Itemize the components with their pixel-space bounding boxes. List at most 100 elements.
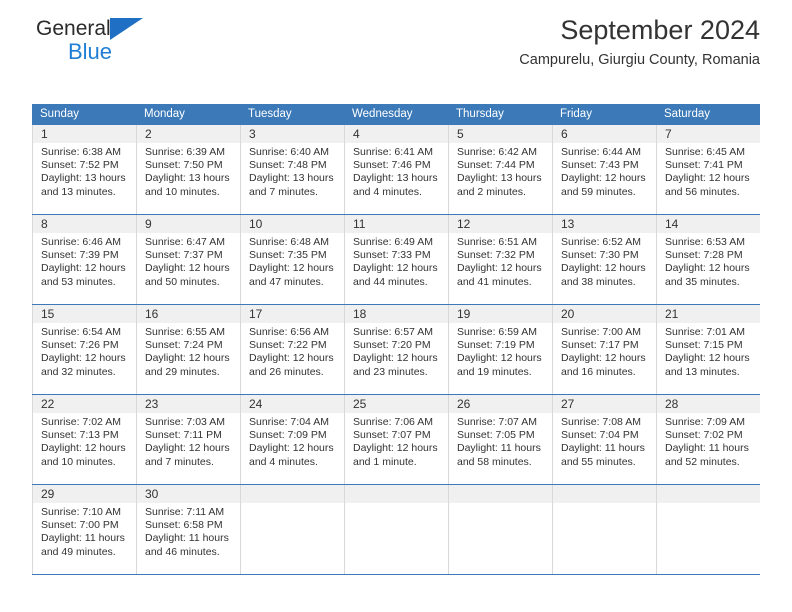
sunrise-text: Sunrise: 6:53 AM xyxy=(665,236,745,248)
day-cell[interactable]: 16 Sunrise: 6:55 AM Sunset: 7:24 PM Dayl… xyxy=(136,305,240,394)
day-cell[interactable]: 2 Sunrise: 6:39 AM Sunset: 7:50 PM Dayli… xyxy=(136,125,240,214)
day-cell[interactable]: 1 Sunrise: 6:38 AM Sunset: 7:52 PM Dayli… xyxy=(32,125,136,214)
general-blue-logo[interactable]: General Blue xyxy=(36,18,166,66)
daylight-text-line2: and 13 minutes. xyxy=(665,365,740,378)
day-cell[interactable]: 11 Sunrise: 6:49 AM Sunset: 7:33 PM Dayl… xyxy=(344,215,448,304)
sunset-text: Sunset: 7:43 PM xyxy=(561,159,639,172)
day-details xyxy=(345,503,448,506)
daylight-text-line1: Daylight: 12 hours xyxy=(665,262,750,275)
day-number: 8 xyxy=(41,217,48,231)
daylight-text-line1: Daylight: 11 hours xyxy=(145,532,229,545)
sunrise-text: Sunrise: 6:47 AM xyxy=(145,236,225,248)
day-cell[interactable]: 17 Sunrise: 6:56 AM Sunset: 7:22 PM Dayl… xyxy=(240,305,344,394)
daylight-text-line2: and 53 minutes. xyxy=(41,275,116,288)
day-details: Sunrise: 7:09 AM Sunset: 7:02 PM Dayligh… xyxy=(657,413,760,469)
day-details: Sunrise: 6:45 AM Sunset: 7:41 PM Dayligh… xyxy=(657,143,760,199)
sunset-text: Sunset: 7:19 PM xyxy=(457,339,535,352)
daylight-text-line2: and 46 minutes. xyxy=(145,545,220,558)
day-details: Sunrise: 7:10 AM Sunset: 7:00 PM Dayligh… xyxy=(33,503,136,559)
day-cell[interactable]: 9 Sunrise: 6:47 AM Sunset: 7:37 PM Dayli… xyxy=(136,215,240,304)
day-cell[interactable]: 24 Sunrise: 7:04 AM Sunset: 7:09 PM Dayl… xyxy=(240,395,344,484)
day-cell[interactable]: 10 Sunrise: 6:48 AM Sunset: 7:35 PM Dayl… xyxy=(240,215,344,304)
daylight-text-line2: and 2 minutes. xyxy=(457,185,526,198)
day-number: 15 xyxy=(41,307,55,321)
daylight-text-line2: and 50 minutes. xyxy=(145,275,220,288)
day-cell[interactable]: 12 Sunrise: 6:51 AM Sunset: 7:32 PM Dayl… xyxy=(448,215,552,304)
daylight-text-line2: and 38 minutes. xyxy=(561,275,636,288)
daylight-text-line1: Daylight: 12 hours xyxy=(457,352,542,365)
day-number: 7 xyxy=(665,127,672,141)
day-details: Sunrise: 6:39 AM Sunset: 7:50 PM Dayligh… xyxy=(137,143,240,199)
daylight-text-line2: and 16 minutes. xyxy=(561,365,636,378)
day-number: 1 xyxy=(41,127,48,141)
day-cell[interactable]: 3 Sunrise: 6:40 AM Sunset: 7:48 PM Dayli… xyxy=(240,125,344,214)
day-cell[interactable]: 21 Sunrise: 7:01 AM Sunset: 7:15 PM Dayl… xyxy=(656,305,760,394)
day-cell[interactable]: 27 Sunrise: 7:08 AM Sunset: 7:04 PM Dayl… xyxy=(552,395,656,484)
day-cell[interactable]: 28 Sunrise: 7:09 AM Sunset: 7:02 PM Dayl… xyxy=(656,395,760,484)
day-cell[interactable]: 18 Sunrise: 6:57 AM Sunset: 7:20 PM Dayl… xyxy=(344,305,448,394)
sunset-text: Sunset: 7:05 PM xyxy=(457,429,535,442)
day-cell[interactable]: 14 Sunrise: 6:53 AM Sunset: 7:28 PM Dayl… xyxy=(656,215,760,304)
sunrise-text: Sunrise: 7:06 AM xyxy=(353,416,433,428)
sunrise-text: Sunrise: 6:49 AM xyxy=(353,236,433,248)
day-number: 27 xyxy=(561,397,575,411)
day-number: 26 xyxy=(457,397,471,411)
day-details: Sunrise: 6:53 AM Sunset: 7:28 PM Dayligh… xyxy=(657,233,760,289)
day-number: 25 xyxy=(353,397,367,411)
sunrise-text: Sunrise: 6:46 AM xyxy=(41,236,121,248)
day-cell[interactable]: 8 Sunrise: 6:46 AM Sunset: 7:39 PM Dayli… xyxy=(32,215,136,304)
weekday-header-friday: Friday xyxy=(560,108,592,120)
daylight-text-line1: Daylight: 12 hours xyxy=(353,262,438,275)
daylight-text-line1: Daylight: 12 hours xyxy=(145,442,230,455)
day-details: Sunrise: 7:02 AM Sunset: 7:13 PM Dayligh… xyxy=(33,413,136,469)
day-cell[interactable]: 26 Sunrise: 7:07 AM Sunset: 7:05 PM Dayl… xyxy=(448,395,552,484)
day-details: Sunrise: 6:51 AM Sunset: 7:32 PM Dayligh… xyxy=(449,233,552,289)
day-details: Sunrise: 6:48 AM Sunset: 7:35 PM Dayligh… xyxy=(241,233,344,289)
day-cell[interactable]: 20 Sunrise: 7:00 AM Sunset: 7:17 PM Dayl… xyxy=(552,305,656,394)
day-details xyxy=(241,503,344,506)
day-cell[interactable]: 4 Sunrise: 6:41 AM Sunset: 7:46 PM Dayli… xyxy=(344,125,448,214)
calendar-page: General Blue September 2024 Campurelu, G… xyxy=(0,0,792,612)
day-details: Sunrise: 6:54 AM Sunset: 7:26 PM Dayligh… xyxy=(33,323,136,379)
sunset-text: Sunset: 7:39 PM xyxy=(41,249,119,262)
day-cell[interactable]: 13 Sunrise: 6:52 AM Sunset: 7:30 PM Dayl… xyxy=(552,215,656,304)
daylight-text-line2: and 7 minutes. xyxy=(145,455,214,468)
daylight-text-line1: Daylight: 12 hours xyxy=(249,442,334,455)
daylight-text-line2: and 55 minutes. xyxy=(561,455,636,468)
daylight-text-line2: and 41 minutes. xyxy=(457,275,532,288)
daylight-text-line1: Daylight: 11 hours xyxy=(457,442,541,455)
daylight-text-line1: Daylight: 12 hours xyxy=(457,262,542,275)
daylight-text-line1: Daylight: 12 hours xyxy=(249,352,334,365)
day-cell[interactable]: 7 Sunrise: 6:45 AM Sunset: 7:41 PM Dayli… xyxy=(656,125,760,214)
sunset-text: Sunset: 7:26 PM xyxy=(41,339,119,352)
daylight-text-line1: Daylight: 11 hours xyxy=(561,442,645,455)
title-block: September 2024 Campurelu, Giurgiu County… xyxy=(519,14,760,70)
sunrise-text: Sunrise: 7:04 AM xyxy=(249,416,329,428)
day-cell[interactable]: 6 Sunrise: 6:44 AM Sunset: 7:43 PM Dayli… xyxy=(552,125,656,214)
day-cell[interactable]: 19 Sunrise: 6:59 AM Sunset: 7:19 PM Dayl… xyxy=(448,305,552,394)
day-cell[interactable]: 22 Sunrise: 7:02 AM Sunset: 7:13 PM Dayl… xyxy=(32,395,136,484)
day-number: 28 xyxy=(665,397,679,411)
sunset-text: Sunset: 7:33 PM xyxy=(353,249,431,262)
sunset-text: Sunset: 7:50 PM xyxy=(145,159,223,172)
calendar-grid: Sunday Monday Tuesday Wednesday Thursday… xyxy=(32,104,760,575)
day-cell[interactable]: 30 Sunrise: 7:11 AM Sunset: 6:58 PM Dayl… xyxy=(136,485,240,574)
week-row: 8 Sunrise: 6:46 AM Sunset: 7:39 PM Dayli… xyxy=(32,215,760,305)
sunrise-text: Sunrise: 7:11 AM xyxy=(145,506,225,518)
day-cell[interactable]: 5 Sunrise: 6:42 AM Sunset: 7:44 PM Dayli… xyxy=(448,125,552,214)
day-cell[interactable]: 29 Sunrise: 7:10 AM Sunset: 7:00 PM Dayl… xyxy=(32,485,136,574)
sunset-text: Sunset: 7:00 PM xyxy=(41,519,119,532)
sunset-text: Sunset: 7:32 PM xyxy=(457,249,535,262)
daylight-text-line2: and 23 minutes. xyxy=(353,365,428,378)
day-details xyxy=(553,503,656,506)
day-cell[interactable]: 15 Sunrise: 6:54 AM Sunset: 7:26 PM Dayl… xyxy=(32,305,136,394)
day-number: 23 xyxy=(145,397,159,411)
sunset-text: Sunset: 7:11 PM xyxy=(145,429,222,442)
day-details: Sunrise: 7:11 AM Sunset: 6:58 PM Dayligh… xyxy=(137,503,240,559)
logo-text-blue: Blue xyxy=(68,39,113,64)
daylight-text-line2: and 52 minutes. xyxy=(665,455,740,468)
weekday-header-thursday: Thursday xyxy=(456,108,504,120)
day-cell[interactable]: 25 Sunrise: 7:06 AM Sunset: 7:07 PM Dayl… xyxy=(344,395,448,484)
day-number: 3 xyxy=(249,127,256,141)
day-cell[interactable]: 23 Sunrise: 7:03 AM Sunset: 7:11 PM Dayl… xyxy=(136,395,240,484)
